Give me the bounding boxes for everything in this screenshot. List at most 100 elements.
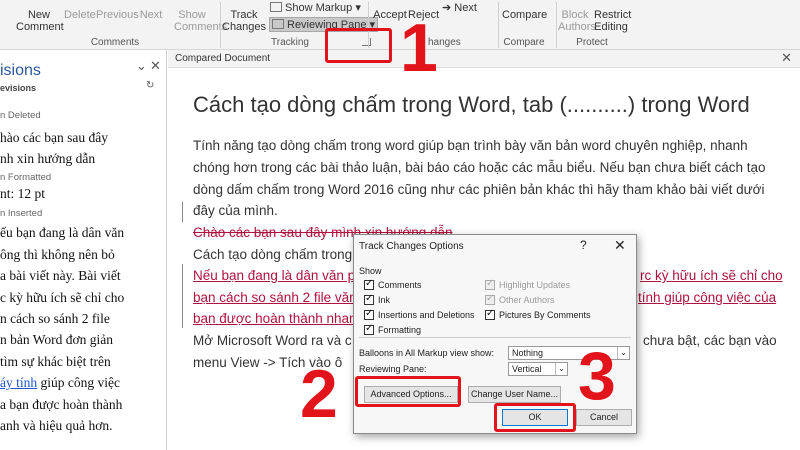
- change-bar: [182, 202, 183, 222]
- balloons-label: Balloons in All Markup view show:: [359, 348, 495, 358]
- change-bar: [182, 264, 183, 328]
- pane-options-chevron-icon[interactable]: ⌄: [136, 58, 147, 74]
- revision-meta-label: n Inserted: [0, 208, 43, 219]
- compared-document-header: Compared Document: [168, 50, 800, 68]
- next-change-button[interactable]: ➔ Next: [442, 1, 477, 14]
- step-number-1: 1: [400, 10, 438, 86]
- help-icon[interactable]: ?: [580, 238, 587, 252]
- revisions-summary: evisions: [0, 83, 37, 93]
- paragraph-line: Tính năng tạo dòng chấm trong word giúp …: [193, 138, 748, 153]
- checkbox-label: Ink: [378, 295, 391, 305]
- revision-text-line: nh xin hướng dẫn: [0, 151, 96, 166]
- checkbox-icon: [485, 308, 495, 320]
- close-icon[interactable]: ✕: [150, 58, 161, 74]
- chevron-down-icon: ⌄: [555, 363, 567, 375]
- protect-group-label: Protect: [576, 37, 608, 48]
- checkbox-icon: [364, 323, 374, 335]
- revision-meta-label: n Deleted: [0, 110, 41, 121]
- paragraph-line: đây của mình.: [193, 203, 278, 218]
- paragraph-line: Mở Microsoft Word ra và c: [193, 333, 352, 348]
- inserted-text-line: Nếu bạn đang là dân văn ph: [193, 268, 363, 283]
- dialog-title: Track Changes Options: [359, 241, 464, 252]
- restrict-editing-button[interactable]: Restrict Editing: [594, 9, 631, 33]
- revision-link[interactable]: áy tính: [0, 375, 37, 390]
- block-authors-button[interactable]: Block Authors: [558, 9, 596, 33]
- checkbox-icon: [485, 278, 495, 290]
- show-markup-label: Show Markup: [285, 2, 353, 14]
- checkbox-icon: [364, 308, 374, 320]
- previous-comment-button[interactable]: Previous: [96, 9, 139, 21]
- revisions-pane: isions evisions ⌄ ✕ ↻ n Deleted hào các b…: [0, 50, 167, 450]
- document-title: Cách tạo dòng chấm trong Word, tab (....…: [193, 92, 750, 117]
- revision-text-line: ếu bạn đang là dân văn: [0, 225, 125, 240]
- inserted-text-line: bạn được hoàn thành nhanh: [193, 311, 365, 326]
- step-number-3: 3: [578, 338, 616, 414]
- highlight-updates-checkbox: Highlight Updates: [485, 278, 571, 290]
- next-arrow-icon: ➔: [442, 2, 452, 14]
- pictures-by-comments-checkbox[interactable]: Pictures By Comments: [485, 308, 591, 320]
- checkbox-label: Pictures By Comments: [499, 310, 591, 320]
- refresh-icon[interactable]: ↻: [146, 80, 154, 91]
- step-number-2: 2: [300, 356, 338, 432]
- revision-meta-label: n Formatted: [0, 172, 52, 183]
- checkbox-label: Comments: [378, 280, 422, 290]
- delete-comment-button[interactable]: Delete: [64, 9, 96, 21]
- next-change-label: Next: [454, 2, 477, 14]
- ribbon-separator: [498, 2, 499, 48]
- revision-text-line: c kỳ hữu ích sẽ chỉ cho: [0, 290, 125, 305]
- track-changes-button[interactable]: Track Changes: [222, 9, 266, 33]
- checkbox-label: Formatting: [378, 325, 422, 335]
- formatting-checkbox[interactable]: Formatting: [364, 323, 422, 335]
- revision-text-line: anh và hiệu quả hơn.: [0, 418, 113, 433]
- change-user-name-button[interactable]: Change User Name...: [468, 386, 561, 403]
- compare-button[interactable]: Compare: [502, 9, 547, 21]
- show-markup-dropdown[interactable]: Show Markup ▾: [270, 1, 361, 14]
- checkbox-label: Insertions and Deletions: [378, 310, 475, 320]
- revision-text-line: n bản Word đơn giản: [0, 332, 114, 347]
- show-section-label: Show: [359, 266, 382, 276]
- checkbox-label: Other Authors: [499, 295, 555, 305]
- checkbox-icon: [485, 293, 495, 305]
- insertions-deletions-checkbox[interactable]: Insertions and Deletions: [364, 308, 475, 320]
- paragraph-line: chưa bật, các bạn vào: [643, 333, 777, 348]
- revision-text-line: hào các bạn sau đây: [0, 130, 108, 145]
- checkbox-icon: [364, 278, 374, 290]
- new-comment-button[interactable]: New Comment: [16, 9, 64, 33]
- revision-text-line: áy tính giúp công việc: [0, 375, 120, 391]
- highlight-box-advanced-options: [355, 376, 461, 407]
- reviewing-pane-label: Reviewing Pane:: [359, 364, 427, 374]
- balloons-select-value: Nothing: [512, 348, 544, 358]
- revision-link-suffix: giúp công việc: [37, 375, 120, 390]
- revision-text-line: n cách so sánh 2 file: [0, 311, 110, 326]
- revision-text-line: tìm sự khác biệt trên: [0, 354, 111, 369]
- other-authors-checkbox: Other Authors: [485, 293, 555, 305]
- ribbon-separator: [220, 2, 221, 48]
- ink-checkbox[interactable]: Ink: [364, 293, 391, 305]
- comments-checkbox[interactable]: Comments: [364, 278, 422, 290]
- comments-group-label: Comments: [90, 37, 140, 48]
- close-icon[interactable]: ✕: [614, 237, 626, 254]
- paragraph-line: dòng dấm chấm trong Word 2016 cũng như c…: [193, 182, 765, 197]
- checkbox-label: Highlight Updates: [499, 280, 571, 290]
- highlight-box-launcher: [325, 28, 392, 63]
- tracking-group-label: Tracking: [271, 37, 309, 48]
- revision-text-line: a bạn được hoàn thành: [0, 397, 123, 412]
- paragraph-line: chóng hơn trong các bài thảo luận, bài b…: [193, 160, 766, 175]
- show-comments-button[interactable]: Show Comments: [174, 9, 227, 33]
- next-comment-button[interactable]: Next: [136, 9, 166, 21]
- inserted-text-line: bạn cách so sánh 2 file văn: [193, 290, 357, 305]
- compare-group-label: Compare: [503, 37, 545, 48]
- show-markup-icon: [270, 2, 282, 12]
- chevron-down-icon: ⌄: [617, 347, 629, 359]
- paragraph-line: Cách tạo dòng chấm trong W: [193, 247, 369, 262]
- reviewing-pane-select-value: Vertical: [512, 364, 542, 374]
- reviewing-pane-icon: [272, 19, 284, 29]
- close-icon[interactable]: ✕: [781, 50, 792, 66]
- revision-text-line: ông thì không nên bỏ: [0, 247, 115, 262]
- revision-text-line: nt: 12 pt: [0, 186, 46, 201]
- inserted-text-line: rc kỳ hữu ích sẽ chỉ cho: [640, 268, 783, 283]
- revisions-pane-title: isions: [0, 62, 41, 79]
- compared-document-label: Compared Document: [175, 53, 271, 64]
- reviewing-pane-select[interactable]: Vertical ⌄: [508, 362, 568, 376]
- revision-text-line: a bài viết này. Bài viết: [0, 268, 121, 283]
